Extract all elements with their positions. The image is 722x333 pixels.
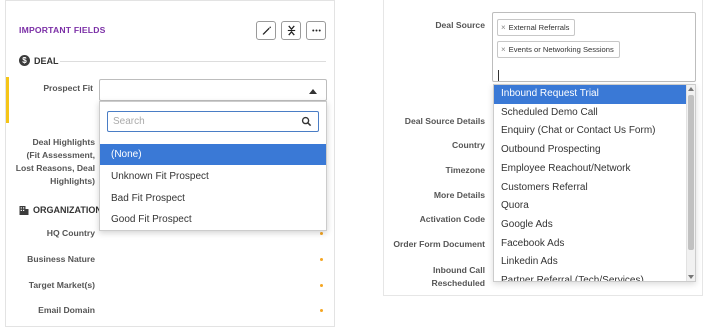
timezone-label: Timezone <box>445 165 485 175</box>
text-cursor <box>498 70 499 81</box>
business-nature-label: Business Nature <box>27 254 95 264</box>
panel-title: IMPORTANT FIELDS <box>19 25 106 35</box>
deal-source-label: Deal Source <box>435 20 485 30</box>
prospect-fit-label: Prospect Fit <box>43 83 93 93</box>
edit-button[interactable] <box>256 21 276 40</box>
option-item[interactable]: Partner Referral (Tech/Services) <box>494 272 687 281</box>
option-item[interactable]: Outbound Prospecting <box>494 141 687 160</box>
organization-section-title: ORGANIZATION <box>33 205 102 215</box>
scroll-down-icon[interactable] <box>688 275 694 279</box>
scroll-up-icon[interactable] <box>688 87 694 91</box>
selected-tag[interactable]: × Events or Networking Sessions <box>497 41 620 58</box>
required-dot <box>320 309 323 312</box>
inbound-call-rescheduled-label: Inbound Call Rescheduled <box>431 265 486 288</box>
dropdown-scrollbar[interactable] <box>686 85 695 281</box>
option-unknown-fit[interactable]: Unknown Fit Prospect <box>100 166 326 187</box>
required-dot <box>320 258 323 261</box>
ellipsis-icon <box>311 29 321 32</box>
deal-source-dropdown: Inbound Request Trial Scheduled Demo Cal… <box>493 84 696 282</box>
option-good-fit[interactable]: Good Fit Prospect <box>100 209 326 230</box>
deal-source-panel: Deal Source × External Referrals × Event… <box>383 0 703 296</box>
search-input[interactable] <box>108 112 298 131</box>
option-item[interactable]: Google Ads <box>494 216 687 235</box>
collapse-icon <box>287 25 295 36</box>
more-details-label: More Details <box>433 190 485 200</box>
selected-tag[interactable]: × External Referrals <box>497 19 576 36</box>
option-item[interactable]: Inbound Request Trial <box>494 85 687 104</box>
option-item[interactable]: Facebook Ads <box>494 235 687 254</box>
option-item[interactable]: Scheduled Demo Call <box>494 104 687 123</box>
deal-section-title: DEAL <box>34 55 59 66</box>
prospect-fit-dropdown: (None) Unknown Fit Prospect Bad Fit Pros… <box>99 101 327 231</box>
order-form-document-label: Order Form Document <box>393 239 485 249</box>
option-item[interactable]: Customers Referral <box>494 179 687 198</box>
active-field-indicator <box>6 77 9 123</box>
option-bad-fit[interactable]: Bad Fit Prospect <box>100 188 326 209</box>
required-dot <box>320 232 323 235</box>
deal-section-header: $ DEAL <box>19 55 59 66</box>
activation-code-label: Activation Code <box>419 214 485 224</box>
prospect-fit-select[interactable] <box>99 79 327 101</box>
organization-section-header: ORGANIZATION <box>19 205 102 215</box>
option-item[interactable]: Enquiry (Chat or Contact Us Form) <box>494 122 687 141</box>
more-options-button[interactable] <box>306 21 326 40</box>
hq-country-label: HQ Country <box>46 228 95 238</box>
scroll-thumb[interactable] <box>688 95 694 250</box>
option-item[interactable]: Linkedin Ads <box>494 253 687 272</box>
important-fields-panel: IMPORTANT FIELDS $ DEAL Prospect Fit Dea… <box>5 0 335 327</box>
dropdown-search <box>107 111 319 132</box>
pencil-icon <box>262 26 271 35</box>
option-item[interactable]: Employee Reachout/Network <box>494 160 687 179</box>
dollar-icon: $ <box>19 55 30 66</box>
building-icon <box>19 206 29 215</box>
section-divider <box>60 61 326 62</box>
collapse-button[interactable] <box>281 21 301 40</box>
option-item[interactable]: Quora <box>494 197 687 216</box>
caret-up-icon <box>309 89 317 94</box>
required-dot <box>320 284 323 287</box>
deal-source-details-label: Deal Source Details <box>404 116 485 126</box>
option-none[interactable]: (None) <box>100 144 326 165</box>
deal-highlights-label: Deal Highlights (Fit Assessment, Lost Re… <box>15 137 95 186</box>
deal-source-multiselect[interactable]: × External Referrals × Events or Network… <box>492 12 696 82</box>
search-icon <box>301 116 312 127</box>
email-domain-label: Email Domain <box>38 305 95 315</box>
panel-header-actions <box>256 21 326 40</box>
remove-tag-icon[interactable]: × <box>501 20 506 35</box>
country-label: Country <box>452 140 485 150</box>
remove-tag-icon[interactable]: × <box>501 42 506 57</box>
target-markets-label: Target Market(s) <box>28 280 95 290</box>
